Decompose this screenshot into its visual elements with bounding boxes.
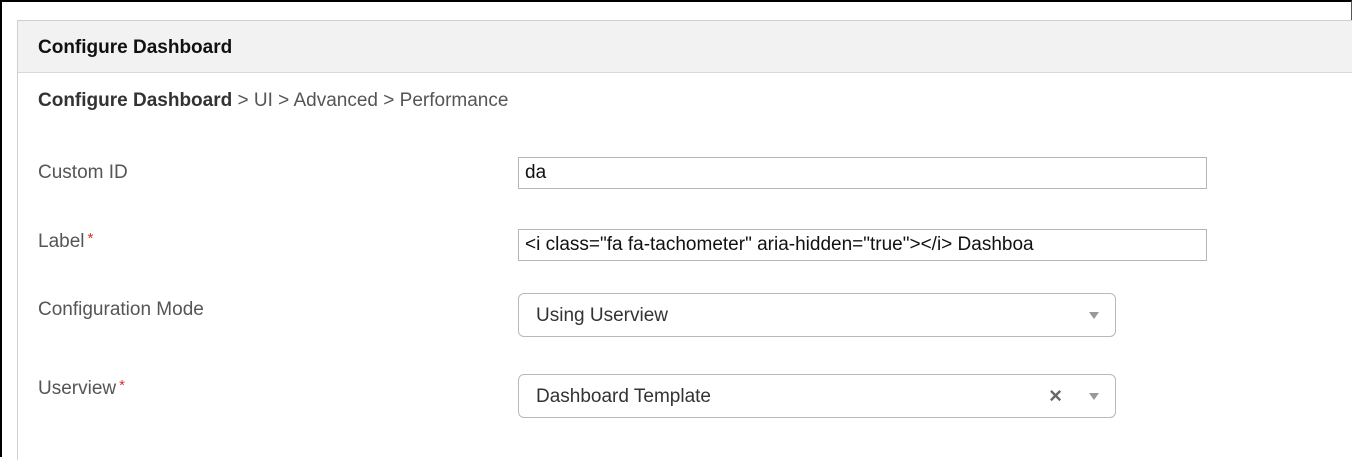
label-field-text: Label [38, 231, 85, 252]
breadcrumb-path: > UI > Advanced > Performance [232, 90, 509, 111]
userview-select[interactable]: Dashboard Template × [518, 374, 1116, 418]
configuration-mode-value: Using Userview [536, 305, 668, 326]
chevron-down-icon[interactable] [1089, 312, 1099, 319]
userview-value: Dashboard Template [536, 386, 711, 407]
chevron-down-icon[interactable] [1089, 393, 1099, 400]
configuration-mode-select[interactable]: Using Userview [518, 293, 1116, 337]
close-icon[interactable]: × [1049, 385, 1062, 407]
required-marker: * [87, 230, 94, 247]
configuration-mode-label: Configuration Mode [38, 299, 204, 320]
userview-label: Userview * [38, 377, 125, 400]
userview-label-text: Userview [38, 378, 117, 399]
breadcrumb: Configure Dashboard > UI > Advanced > Pe… [38, 90, 508, 112]
required-marker: * [119, 377, 125, 394]
panel-header: Configure Dashboard [18, 21, 1352, 73]
breadcrumb-root[interactable]: Configure Dashboard [38, 90, 232, 111]
configure-dashboard-panel: Configure Dashboard Configure Dashboard … [17, 20, 1352, 460]
panel-title: Configure Dashboard [38, 37, 233, 58]
label-input[interactable] [518, 229, 1207, 261]
custom-id-label: Custom ID [38, 162, 128, 183]
custom-id-input[interactable] [518, 157, 1207, 189]
label-field-label: Label * [38, 230, 94, 253]
